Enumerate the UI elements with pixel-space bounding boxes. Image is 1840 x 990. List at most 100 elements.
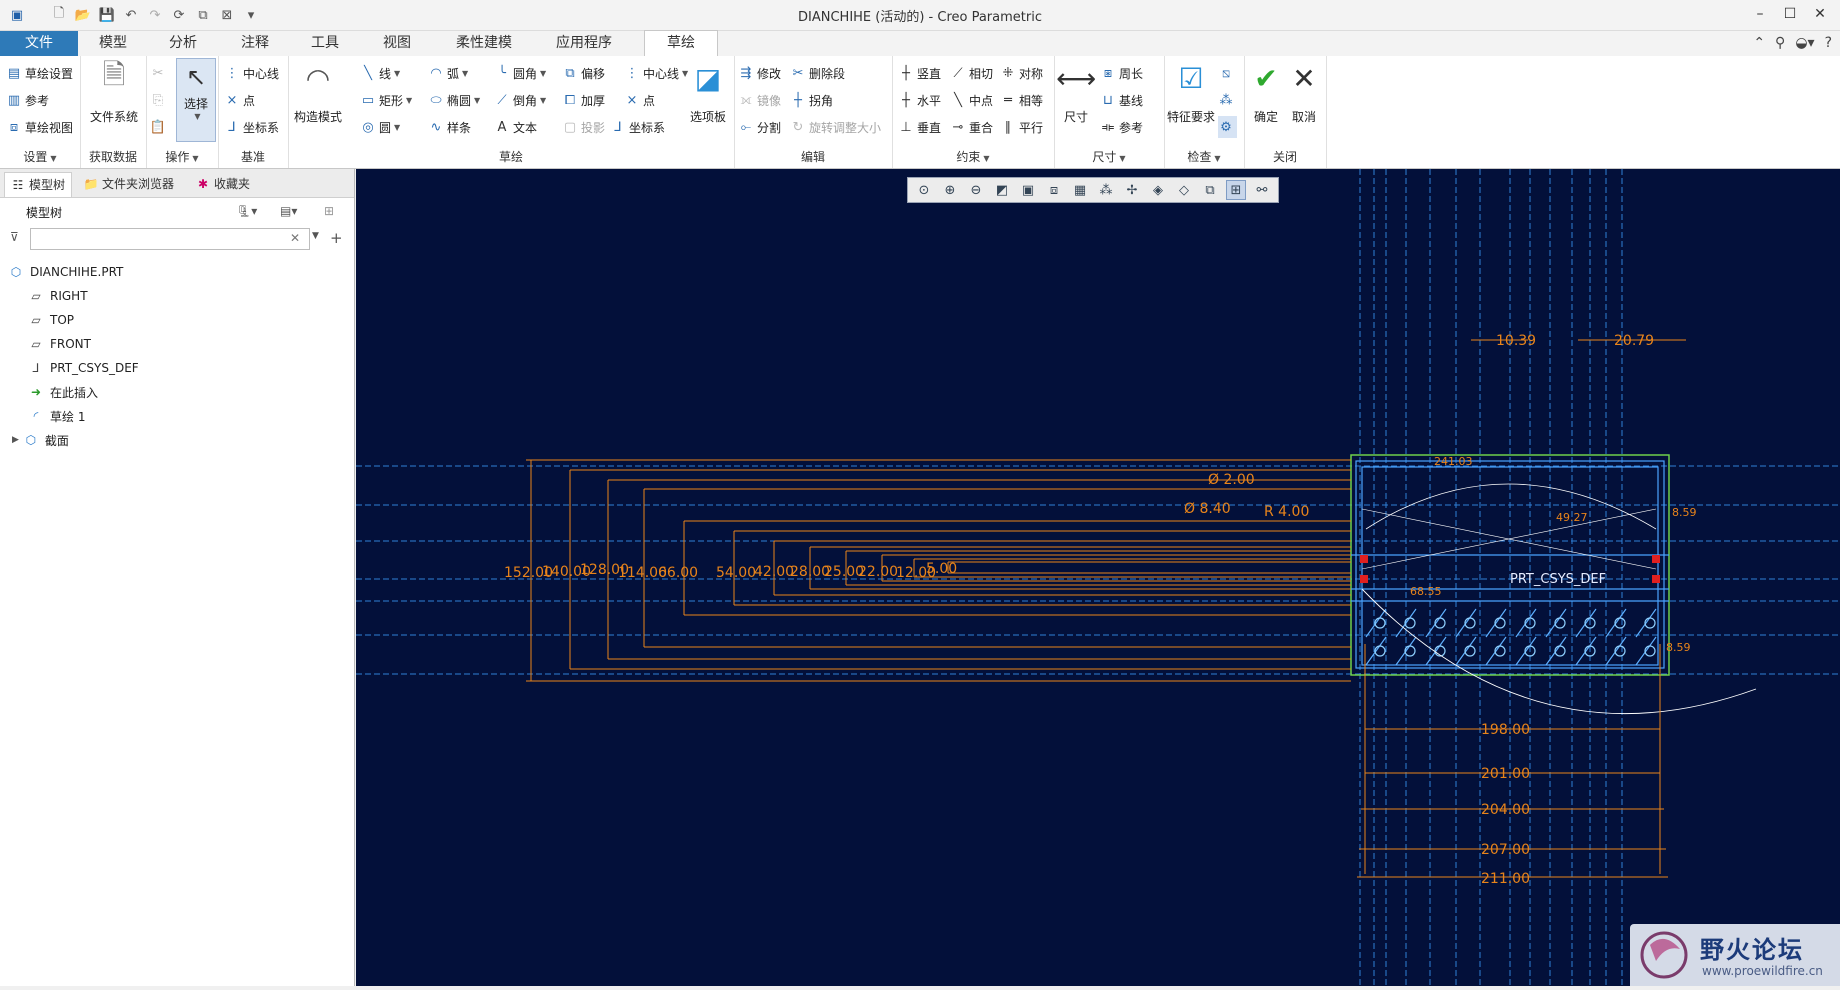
sketch-point-button[interactable]: × 点 — [624, 89, 655, 111]
dim-241-03[interactable]: 241.03 — [1434, 455, 1473, 468]
graphics-window[interactable]: 152.00 140.00 128.00 114.00 66.00 54.00 … — [356, 169, 1840, 986]
tree-settings-icon[interactable]: 🗜▾ — [236, 204, 257, 218]
clear-filter-icon[interactable]: ✕ — [290, 231, 300, 245]
references-button[interactable]: ▥ 参考 — [6, 89, 49, 111]
saved-orientations-icon[interactable]: ⧈ — [1044, 180, 1064, 200]
tangent-constraint-button[interactable]: ⟋ 相切 — [950, 62, 993, 84]
circle-button[interactable]: ◎ 圆 ▼ — [360, 116, 400, 138]
tab-favorites[interactable]: ✱ 收藏夹 — [190, 172, 256, 196]
thicken-button[interactable]: ⧠ 加厚 — [562, 89, 605, 111]
dim-207[interactable]: 207.00 — [1481, 842, 1530, 858]
sketch-view-orient-icon[interactable]: ⊞ — [1226, 180, 1246, 200]
sketch-centerline-button[interactable]: ⋮ 中心线 ▼ — [624, 62, 689, 84]
perpendicular-constraint-button[interactable]: ⊥ 垂直 — [898, 116, 941, 138]
datum-point-button[interactable]: × 点 — [224, 89, 255, 111]
project-button[interactable]: ▢ 投影 — [562, 116, 605, 138]
cancel-button[interactable]: ✕ 取消 — [1286, 60, 1322, 125]
copy-button[interactable]: ⎘ — [150, 89, 169, 111]
midpoint-constraint-button[interactable]: ╲ 中点 — [950, 89, 993, 111]
dimension-button[interactable]: ⟷ 尺寸 — [1056, 60, 1096, 125]
tab-tools[interactable]: 工具 — [292, 31, 358, 56]
spline-button[interactable]: ∿ 样条 — [428, 116, 471, 138]
annotation-display-icon[interactable]: ◈ — [1148, 180, 1168, 200]
rectangle-button[interactable]: ▭ 矩形 ▼ — [360, 89, 412, 111]
ellipse-button[interactable]: ⬭ 椭圆 ▼ — [428, 89, 480, 111]
dim-radius-4[interactable]: R 4.00 — [1264, 504, 1309, 520]
dim-5[interactable]: 5.00 — [926, 561, 957, 577]
tree-filter-options-icon[interactable]: ⊞ — [324, 204, 334, 218]
add-filter-icon[interactable]: + — [330, 229, 343, 247]
dim-66[interactable]: 66.00 — [658, 565, 698, 581]
open-file-icon[interactable]: 📂 — [74, 6, 92, 24]
tab-model[interactable]: 模型 — [80, 31, 146, 56]
tree-item-front[interactable]: ▱ FRONT — [28, 333, 91, 355]
ok-button[interactable]: ✔ 确定 — [1248, 60, 1284, 125]
symmetric-constraint-button[interactable]: ⁜ 对称 — [1000, 62, 1043, 84]
parallel-constraint-button[interactable]: ∥ 平行 — [1000, 116, 1043, 138]
undo-icon[interactable]: ↶ — [122, 6, 140, 24]
view-manager-icon[interactable]: ▦ — [1070, 180, 1090, 200]
offset-button[interactable]: ⧉ 偏移 — [562, 62, 605, 84]
collapse-ribbon-icon[interactable]: ⌃ — [1753, 35, 1765, 51]
tree-item-csys[interactable]: ⅃ PRT_CSYS_DEF — [28, 357, 139, 379]
new-file-icon[interactable]: 🗋 — [50, 6, 68, 24]
dim-diameter-2[interactable]: Ø 2.00 — [1208, 472, 1255, 488]
zoom-in-icon[interactable]: ⊕ — [940, 180, 960, 200]
tab-analysis[interactable]: 分析 — [150, 31, 216, 56]
tree-item-top[interactable]: ▱ TOP — [28, 309, 74, 331]
palette-button[interactable]: ◪ 选项板 — [686, 60, 730, 125]
feature-requirements-button[interactable]: ☑ 特征要求 — [1164, 60, 1218, 125]
maximize-button[interactable]: ☐ — [1776, 3, 1804, 25]
group-label-dimension[interactable]: 尺寸 ▼ — [1054, 148, 1164, 166]
dim-49-27[interactable]: 49.27 — [1556, 511, 1588, 524]
datum-display-icon[interactable]: ⁂ — [1096, 180, 1116, 200]
paste-button[interactable]: 📋 — [150, 116, 169, 138]
select-button[interactable]: ↖ 选择 ▼ — [176, 58, 216, 142]
mirror-button[interactable]: ⟗ 镜像 — [738, 89, 781, 111]
dim-211[interactable]: 211.00 — [1481, 871, 1530, 887]
app-menu-icon[interactable]: ▣ — [8, 6, 26, 24]
dim-68-55[interactable]: 68.55 — [1410, 585, 1442, 598]
tab-folder-browser[interactable]: 📁 文件夹浏览器 — [78, 172, 180, 196]
expand-arrow-icon[interactable]: ▶ — [12, 435, 19, 445]
dim-20-79[interactable]: 20.79 — [1614, 333, 1654, 349]
minimize-button[interactable]: – — [1746, 3, 1774, 25]
fillet-button[interactable]: ╰ 圆角 ▼ — [494, 62, 546, 84]
dim-42[interactable]: 42.00 — [754, 564, 794, 580]
display-style-icon[interactable]: ▣ — [1018, 180, 1038, 200]
community-icon[interactable]: ◒▾ — [1795, 35, 1814, 51]
sketch-display-filters-icon[interactable]: ⧉ — [1200, 180, 1220, 200]
tree-item-section[interactable]: ▶ ⬡ 截面 — [12, 429, 69, 451]
repaint-icon[interactable]: ◩ — [992, 180, 1012, 200]
help-icon[interactable]: ? — [1825, 35, 1832, 51]
coincident-constraint-button[interactable]: ⊸ 重合 — [950, 116, 993, 138]
arc-button[interactable]: ◠ 弧 ▼ — [428, 62, 468, 84]
modify-button[interactable]: ⇶ 修改 — [738, 62, 781, 84]
inspect-tool-1[interactable]: ⧅ — [1218, 62, 1237, 84]
tab-sketch[interactable]: 草绘 — [644, 30, 718, 58]
dim-198[interactable]: 198.00 — [1481, 722, 1530, 738]
tab-file[interactable]: 文件 — [0, 31, 78, 56]
filter-dropdown-icon[interactable]: ▼ — [312, 231, 319, 241]
tree-item-sketch[interactable]: ◜ 草绘 1 — [28, 405, 86, 427]
perimeter-button[interactable]: ⧆ 周长 — [1100, 62, 1143, 84]
dim-8-59-b[interactable]: 8.59 — [1666, 641, 1691, 654]
chamfer-button[interactable]: ⟋ 倒角 ▼ — [494, 89, 546, 111]
sketch-setup-button[interactable]: ▤ 草绘设置 — [6, 62, 73, 84]
rotate-resize-button[interactable]: ↻ 旋转调整大小 — [790, 116, 881, 138]
zoom-out-icon[interactable]: ⊖ — [966, 180, 986, 200]
line-button[interactable]: ╲ 线 ▼ — [360, 62, 400, 84]
dimension-display-icon[interactable]: ⚯ — [1252, 180, 1272, 200]
dim-10-39[interactable]: 10.39 — [1496, 333, 1536, 349]
inspect-tool-2[interactable]: ⁂ — [1218, 89, 1237, 111]
section-display-icon[interactable]: ◇ — [1174, 180, 1194, 200]
corner-button[interactable]: ┼ 拐角 — [790, 89, 833, 111]
tab-flexible-modeling[interactable]: 柔性建模 — [436, 31, 532, 56]
inspect-tool-3[interactable]: ⚙ — [1218, 116, 1237, 138]
search-icon[interactable]: ⚲ — [1775, 35, 1785, 51]
group-label-setup[interactable]: 设置 ▼ — [0, 148, 80, 166]
datum-csys-button[interactable]: ⅃ 坐标系 — [224, 116, 279, 138]
dim-204[interactable]: 204.00 — [1481, 802, 1530, 818]
vertical-constraint-button[interactable]: ┼ 竖直 — [898, 62, 941, 84]
file-system-button[interactable]: 🗎 文件系统 — [86, 58, 142, 125]
